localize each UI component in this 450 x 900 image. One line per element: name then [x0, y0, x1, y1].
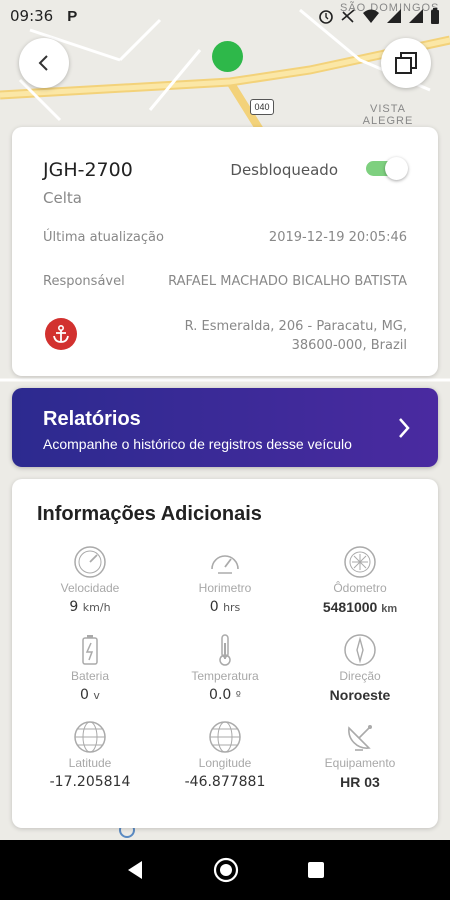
vehicle-location-marker[interactable] [212, 41, 243, 72]
reports-title: Relatórios [43, 408, 141, 430]
info-item-value: 9 km/h [19, 599, 161, 615]
info-item-value: -46.877881 [154, 774, 296, 790]
info-item-velocidade: Velocidade 9 km/h [19, 545, 161, 615]
info-item-number: -46.877881 [184, 774, 266, 790]
battery-status-icon [431, 8, 439, 24]
globe-icon [154, 720, 296, 754]
info-item-label: Ôdometro [333, 581, 387, 595]
address-line-2: 38600-000, Brazil [291, 338, 407, 353]
info-item-latitude: Latitude -17.205814 [19, 720, 161, 790]
additional-info-title: Informações Adicionais [37, 503, 262, 525]
compass-icon [289, 633, 431, 667]
info-item-unit: km [381, 603, 398, 615]
hourmeter-icon [154, 545, 296, 579]
info-item-unit: hrs [223, 601, 241, 614]
anchor-icon [53, 324, 69, 343]
app-notification-icon: P [67, 7, 78, 25]
info-item-odometro: Ôdometro 5481000 km [289, 545, 431, 615]
info-item-bateria: Bateria 0 v [19, 633, 161, 703]
info-item-label: Horimetro [198, 581, 252, 595]
info-item-value: -17.205814 [19, 774, 161, 790]
info-item-number: HR 03 [340, 774, 380, 790]
additional-info-card: Informações Adicionais Velocidade 9 km/h H… [12, 479, 438, 828]
info-item-longitude: Longitude -46.877881 [154, 720, 296, 790]
reports-banner[interactable]: Relatórios Acompanhe o histórico de regi… [12, 388, 438, 467]
status-bar: 09:36 P [0, 0, 450, 32]
layers-icon [395, 52, 417, 74]
info-item-number: -17.205814 [49, 774, 131, 790]
vehicle-plate: JGH-2700 [43, 159, 133, 181]
info-item-label: Equipamento [324, 756, 396, 770]
info-item-label: Latitude [68, 756, 112, 770]
responsible-label: Responsável [43, 274, 125, 289]
signal-icon [387, 9, 401, 23]
chevron-left-icon [38, 55, 48, 71]
info-item-label: Bateria [70, 669, 110, 683]
battery-icon [19, 633, 161, 667]
info-item-value: 0.0 º [154, 687, 296, 703]
chevron-right-icon [399, 418, 410, 438]
nav-home-icon[interactable] [213, 857, 239, 883]
info-item-label: Velocidade [60, 581, 120, 595]
back-button[interactable] [19, 38, 69, 88]
system-nav-bar [0, 840, 450, 900]
info-item-equipamento: Equipamento HR 03 [289, 720, 431, 790]
lock-toggle[interactable] [366, 157, 408, 180]
speedometer-icon [19, 545, 161, 579]
last-update-value: 2019-12-19 20:05:46 [268, 230, 407, 245]
info-item-label: Direção [339, 669, 381, 683]
highway-shield: 040 [250, 99, 274, 115]
wifi-icon [363, 9, 379, 23]
info-item-number: 9 [69, 599, 79, 615]
toggle-knob [385, 157, 408, 180]
do-not-disturb-icon [341, 9, 355, 23]
info-item-value: Noroeste [289, 687, 431, 703]
alarm-icon [319, 10, 333, 24]
info-item-number: Noroeste [329, 687, 391, 703]
vehicle-model: Celta [43, 189, 82, 207]
info-item-unit: km/h [82, 601, 111, 614]
info-item-direcao: Direção Noroeste [289, 633, 431, 703]
last-update-label: Última atualização [43, 230, 164, 245]
lock-status-label: Desbloqueado [230, 161, 338, 179]
odometer-icon [289, 545, 431, 579]
map-label-neighborhood-2: VISTA ALEGRE [362, 103, 414, 127]
info-item-horimetro: Horimetro 0 hrs [154, 545, 296, 615]
info-item-value: 0 hrs [154, 599, 296, 615]
info-item-value: 5481000 km [289, 599, 431, 615]
globe-icon [19, 720, 161, 754]
nav-back-icon[interactable] [124, 859, 146, 881]
info-item-number: 0.0 [209, 687, 232, 703]
info-item-number: 0 [209, 599, 219, 615]
info-item-number: 5481000 [322, 599, 378, 615]
anchor-button[interactable] [45, 318, 77, 350]
layers-button[interactable] [381, 38, 431, 88]
vehicle-address: R. Esmeralda, 206 - Paracatu, MG, 38600-… [185, 317, 407, 355]
signal-2-icon [409, 9, 423, 23]
info-item-label: Longitude [198, 756, 252, 770]
info-item-unit: v [93, 689, 100, 702]
address-line-1: R. Esmeralda, 206 - Paracatu, MG, [184, 319, 407, 334]
responsible-value: RAFAEL MACHADO BICALHO BATISTA [168, 274, 407, 289]
info-item-value: 0 v [19, 687, 161, 703]
nav-recents-icon[interactable] [306, 860, 326, 880]
status-time: 09:36 [10, 7, 54, 25]
vehicle-card: JGH-2700 Celta Desbloqueado Última atual… [12, 127, 438, 376]
satellite-dish-icon [289, 720, 431, 754]
reports-subtitle: Acompanhe o histórico de registros desse… [43, 436, 352, 452]
info-item-temperatura: Temperatura 0.0 º [154, 633, 296, 703]
info-item-unit: º [235, 689, 241, 702]
thermometer-icon [154, 633, 296, 667]
info-item-value: HR 03 [289, 774, 431, 790]
info-item-number: 0 [80, 687, 89, 703]
info-item-label: Temperatura [191, 669, 259, 683]
